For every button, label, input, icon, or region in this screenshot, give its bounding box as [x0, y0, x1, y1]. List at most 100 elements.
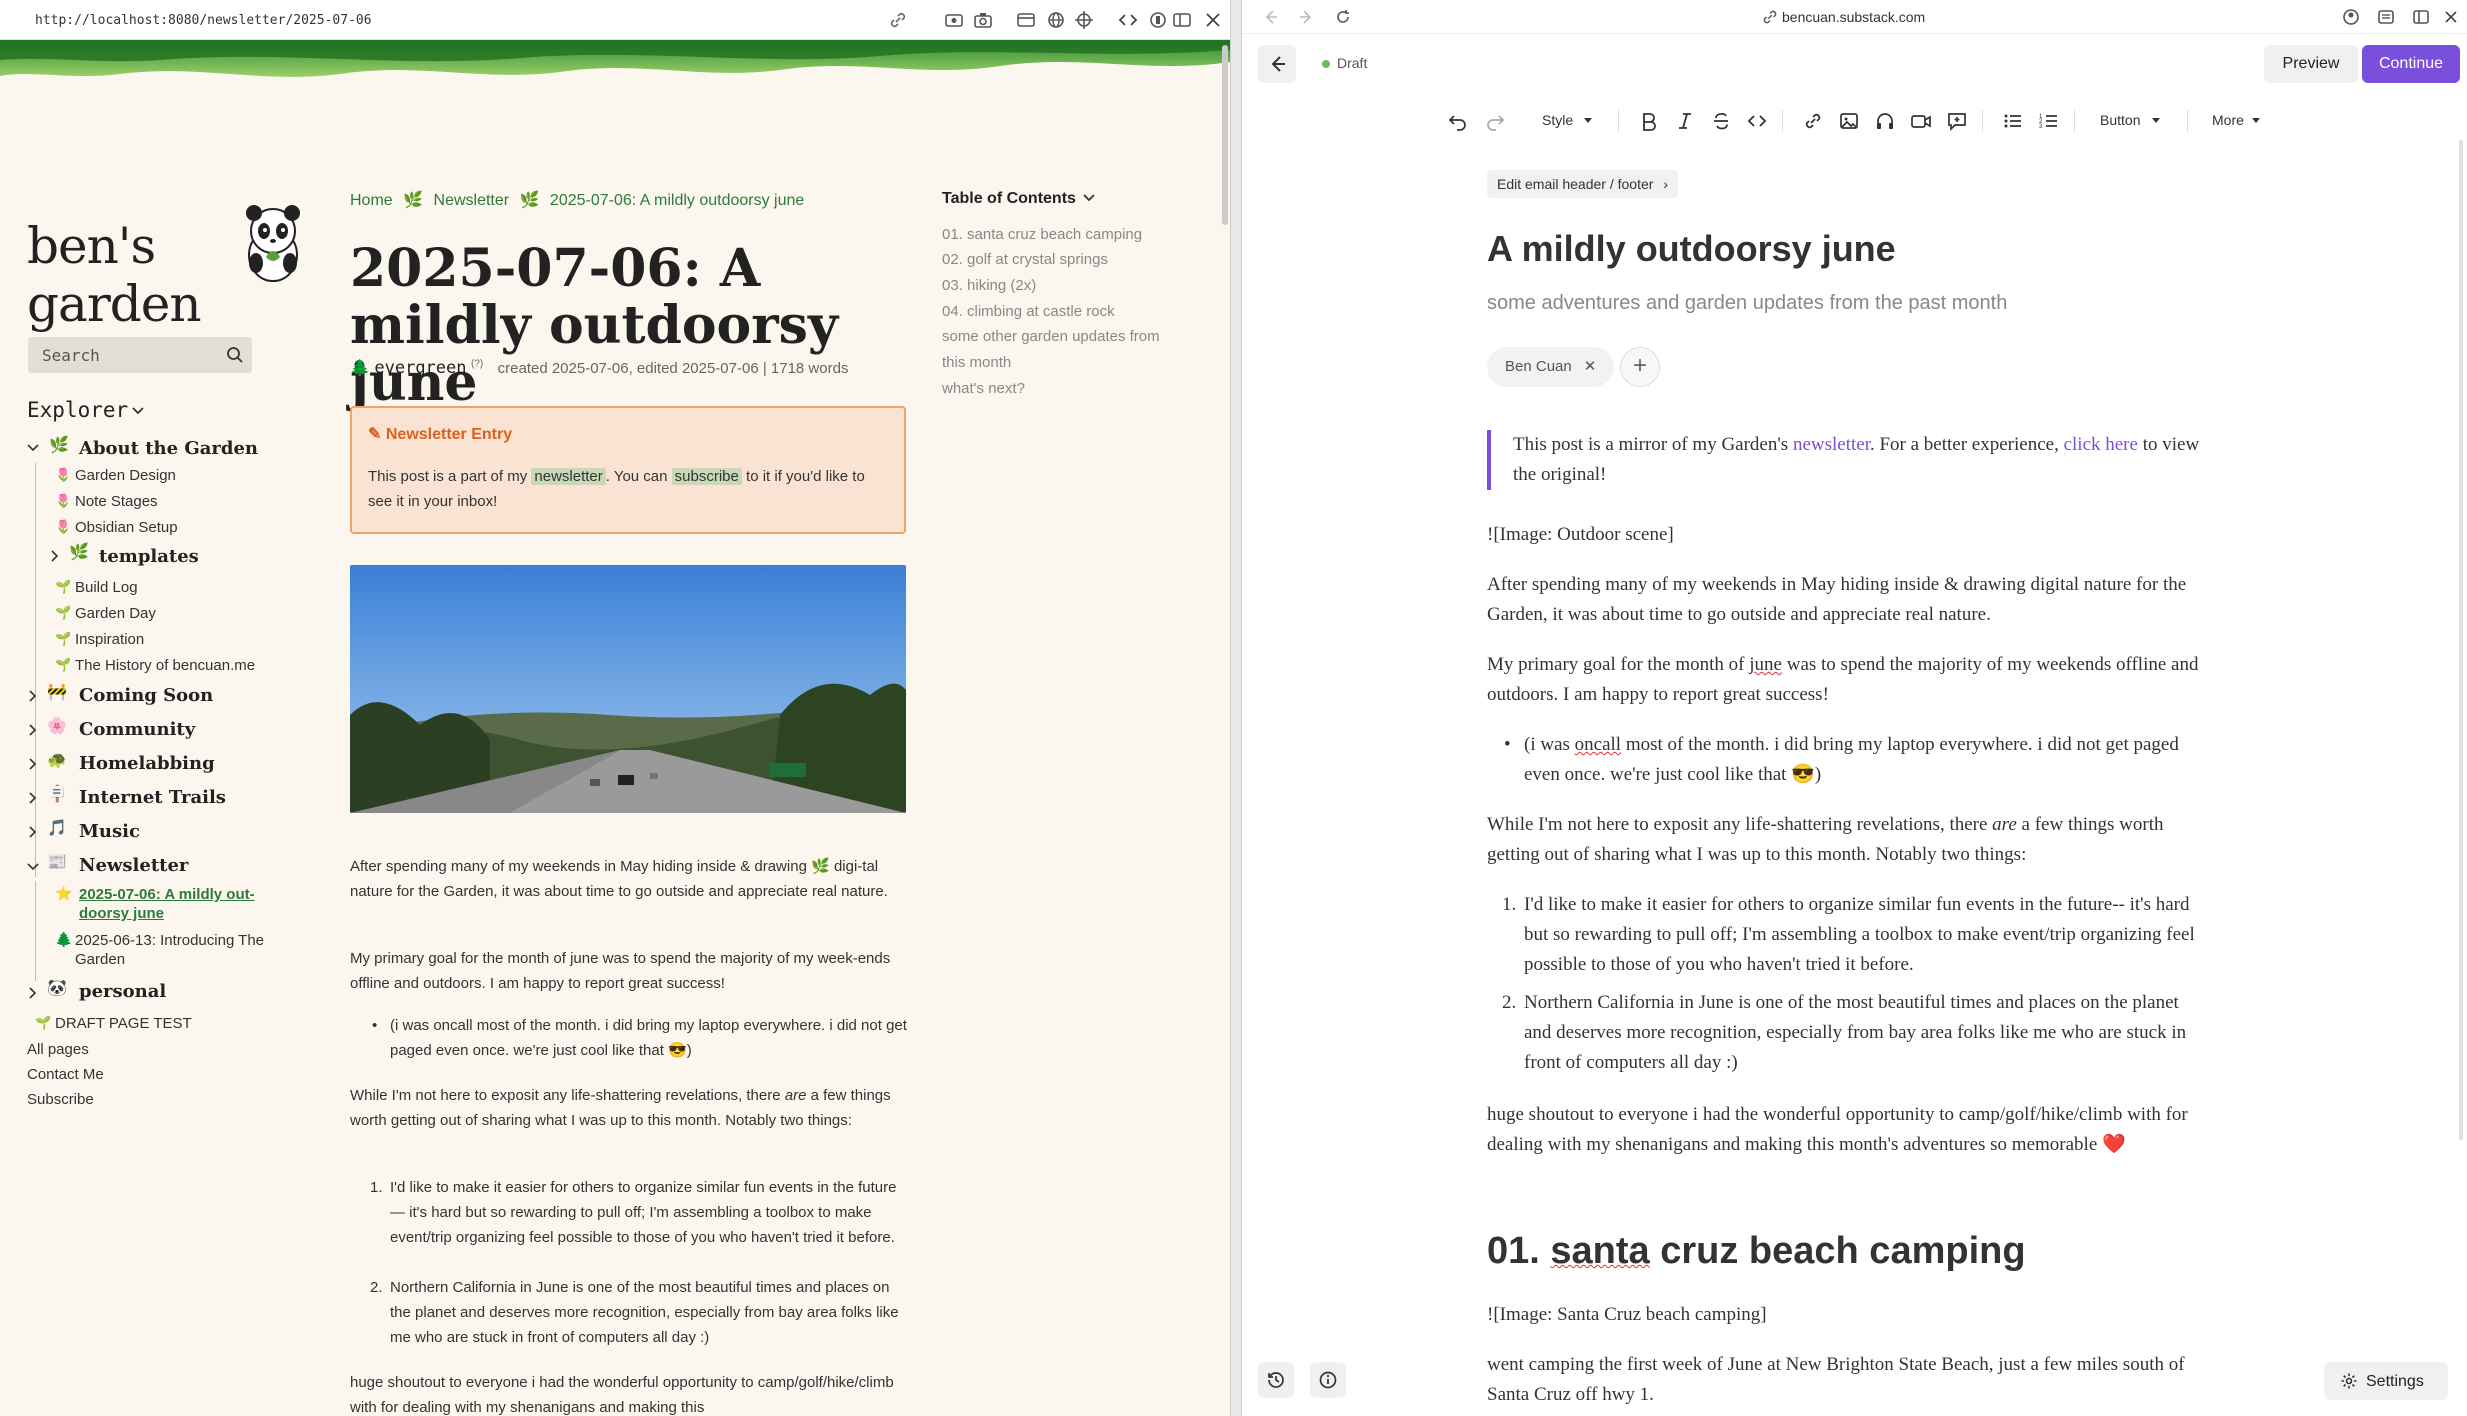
chevron-right-icon[interactable]	[27, 724, 39, 736]
tree-item-inspiration[interactable]: Inspiration	[75, 631, 144, 648]
reload-icon[interactable]	[1334, 8, 1352, 26]
panda-logo-icon[interactable]	[242, 205, 304, 283]
remove-author-icon[interactable]: ✕	[1584, 358, 1597, 375]
tree-item-homelabbing[interactable]: Homelabbing	[79, 753, 215, 774]
caret-down-icon[interactable]	[2250, 114, 2262, 126]
code-arrows-icon[interactable]	[1118, 10, 1138, 30]
button-dropdown[interactable]: Button	[2100, 112, 2140, 128]
screen-capture-icon[interactable]	[944, 10, 964, 30]
tree-item-garden-design[interactable]: Garden Design	[75, 467, 176, 484]
tree-item-current-post[interactable]: 2025-07-06: A mildly out-doorsy june	[79, 885, 289, 923]
search-input[interactable]: Search	[28, 337, 252, 373]
link-all-pages[interactable]: All pages	[27, 1041, 89, 1058]
tree-item-history[interactable]: The History of bencuan.me	[75, 657, 255, 674]
left-url-text[interactable]: http://localhost:8080/newsletter/2025-07…	[35, 13, 372, 28]
chevron-right-icon[interactable]	[49, 550, 61, 562]
code-icon[interactable]	[1746, 110, 1768, 132]
extension-icon[interactable]	[1148, 10, 1168, 30]
toc-item-continued[interactable]: this month	[942, 350, 1011, 375]
post-subtitle-input[interactable]: some adventures and garden updates from …	[1487, 292, 2007, 315]
back-button[interactable]	[1258, 45, 1296, 83]
sidebar-toggle-icon[interactable]	[2412, 8, 2430, 26]
history-button[interactable]	[1258, 1362, 1294, 1398]
link-icon[interactable]	[1802, 110, 1824, 132]
post-title-input[interactable]: A mildly outdoorsy june	[1487, 228, 1896, 270]
tree-item-personal[interactable]: personal	[79, 981, 166, 1002]
bullet-list-icon[interactable]	[2002, 110, 2024, 132]
chevron-down-icon[interactable]	[27, 861, 39, 873]
chevron-down-icon[interactable]	[1082, 193, 1096, 203]
close-icon[interactable]	[2442, 8, 2460, 26]
tree-item-newsletter[interactable]: Newsletter	[79, 855, 188, 876]
toc-item[interactable]: 01. santa cruz beach camping	[942, 222, 1142, 247]
more-dropdown[interactable]: More	[2212, 112, 2244, 128]
redo-icon[interactable]	[1484, 110, 1506, 132]
toc-item[interactable]: 04. climbing at castle rock	[942, 299, 1115, 324]
caret-down-icon[interactable]	[2150, 114, 2162, 126]
edit-email-header-button[interactable]: Edit email header / footer ›	[1487, 170, 1678, 198]
split-divider[interactable]	[1230, 0, 1242, 1416]
chevron-down-icon[interactable]	[131, 406, 145, 416]
misspelled-word[interactable]: santa	[1550, 1230, 1649, 1272]
preview-button[interactable]: Preview	[2264, 45, 2358, 83]
window-icon[interactable]	[1016, 10, 1036, 30]
chevron-right-icon[interactable]	[27, 792, 39, 804]
camera-icon[interactable]	[973, 10, 993, 30]
toc-title[interactable]: Table of Contents	[942, 190, 1202, 208]
close-icon[interactable]	[1203, 10, 1223, 30]
misspelled-word[interactable]: june	[1749, 654, 1782, 675]
tree-item-garden-day[interactable]: Garden Day	[75, 605, 156, 622]
comment-icon[interactable]	[1946, 110, 1968, 132]
chevron-right-icon[interactable]	[27, 826, 39, 838]
click-here-link[interactable]: click here	[2064, 434, 2138, 455]
tree-item-music[interactable]: Music	[79, 821, 140, 842]
crosshair-icon[interactable]	[1074, 10, 1094, 30]
chevron-down-icon[interactable]	[27, 442, 39, 454]
undo-icon[interactable]	[1447, 110, 1469, 132]
breadcrumb-home[interactable]: Home	[350, 192, 393, 209]
forward-arrow-icon[interactable]	[1297, 8, 1315, 26]
chevron-right-icon[interactable]	[27, 690, 39, 702]
italic-icon[interactable]	[1674, 110, 1696, 132]
numbered-list-icon[interactable]: 123	[2038, 110, 2060, 132]
reader-icon[interactable]	[2377, 8, 2395, 26]
stage-badge[interactable]: evergreen	[374, 358, 466, 378]
toc-item[interactable]: what's next?	[942, 376, 1025, 401]
breadcrumb-newsletter[interactable]: Newsletter	[434, 192, 510, 209]
tree-item-coming-soon[interactable]: Coming Soon	[79, 685, 213, 706]
tree-item-draft-page-test[interactable]: DRAFT PAGE TEST	[55, 1015, 192, 1032]
tree-item-introducing-the-garden[interactable]: 2025-06-13: Introducing The Garden	[75, 931, 295, 969]
bold-icon[interactable]	[1638, 110, 1660, 132]
audio-icon[interactable]	[1874, 110, 1896, 132]
back-arrow-icon[interactable]	[1262, 8, 1280, 26]
right-scrollbar[interactable]	[2459, 140, 2463, 1140]
toc-item[interactable]: 03. hiking (2x)	[942, 273, 1036, 298]
breadcrumb-current[interactable]: 2025-07-06: A mildly outdoorsy june	[550, 192, 804, 209]
search-icon[interactable]	[226, 346, 244, 364]
continue-button[interactable]: Continue	[2362, 45, 2460, 83]
globe-icon[interactable]	[1046, 10, 1066, 30]
info-button[interactable]	[1310, 1362, 1346, 1398]
tree-item-internet-trails[interactable]: Internet Trails	[79, 787, 226, 808]
tree-item-about-the-garden[interactable]: About the Garden	[79, 438, 258, 459]
caret-down-icon[interactable]	[1582, 114, 1594, 126]
toc-item[interactable]: 02. golf at crystal springs	[942, 247, 1108, 272]
chevron-right-icon[interactable]	[27, 987, 39, 999]
tree-item-community[interactable]: Community	[79, 719, 195, 740]
tree-item-templates[interactable]: templates	[99, 546, 199, 567]
left-scrollbar[interactable]	[1222, 45, 1228, 225]
link-contact-me[interactable]: Contact Me	[27, 1066, 104, 1083]
tree-item-obsidian-setup[interactable]: Obsidian Setup	[75, 519, 178, 536]
newsletter-link[interactable]: newsletter	[1793, 434, 1870, 455]
toc-item[interactable]: some other garden updates from	[942, 324, 1160, 349]
profile-icon[interactable]	[2342, 8, 2360, 26]
style-dropdown[interactable]: Style	[1542, 112, 1573, 128]
chevron-right-icon[interactable]	[27, 758, 39, 770]
subscribe-link[interactable]: subscribe	[671, 468, 742, 485]
left-address-bar[interactable]: http://localhost:8080/newsletter/2025-07…	[0, 0, 1230, 40]
explorer-heading[interactable]: Explorer	[27, 398, 128, 422]
tree-item-note-stages[interactable]: Note Stages	[75, 493, 158, 510]
tree-item-build-log[interactable]: Build Log	[75, 579, 138, 596]
link-icon[interactable]	[888, 10, 908, 30]
misspelled-word[interactable]: oncall	[1575, 734, 1621, 755]
